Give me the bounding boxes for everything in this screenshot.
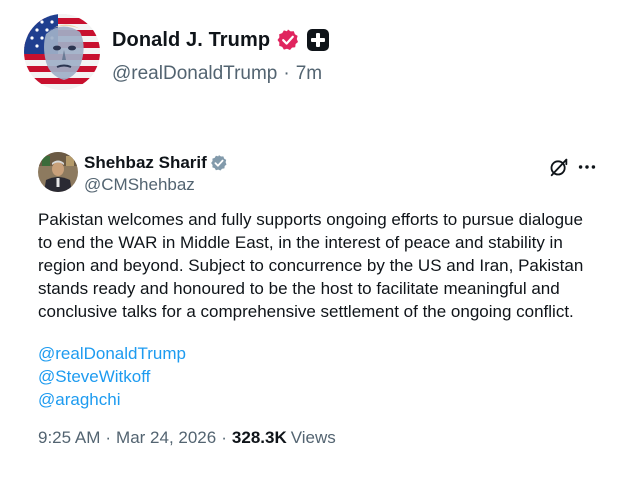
quoted-avatar-image <box>38 152 78 192</box>
views-label: Views <box>290 428 336 447</box>
mentions-list: @realDonaldTrump @SteveWitkoff @araghchi <box>38 342 598 411</box>
author-handle[interactable]: @realDonaldTrump <box>112 63 277 85</box>
quoted-post-text: Pakistan welcomes and fully supports ong… <box>38 210 584 321</box>
mention-link[interactable]: @SteveWitkoff <box>38 365 150 388</box>
post-time[interactable]: 7m <box>296 63 322 85</box>
quoted-post-header: Shehbaz Sharif @CMShehbaz <box>38 152 598 196</box>
views-count[interactable]: 328.3K <box>232 428 287 448</box>
post-footer: 9:25 AM · Mar 24, 2026 · 328.3K Views <box>38 428 598 448</box>
quoted-author-handle[interactable]: @CMShehbaz <box>84 175 228 195</box>
post-timestamp[interactable]: 9:25 AM <box>38 428 100 448</box>
verified-badge-icon[interactable] <box>210 154 228 172</box>
author-name[interactable]: Donald J. Trump <box>112 29 270 52</box>
quoted-author-name[interactable]: Shehbaz Sharif <box>84 153 207 173</box>
quoted-post[interactable]: Shehbaz Sharif @CMShehbaz Pakistan welco… <box>38 152 598 448</box>
author-avatar[interactable] <box>24 14 100 90</box>
mention-link[interactable]: @araghchi <box>38 388 120 411</box>
plus-badge-icon[interactable] <box>306 28 330 52</box>
verified-badge-icon[interactable] <box>276 28 300 52</box>
quoted-author-avatar[interactable] <box>38 152 78 192</box>
more-options-icon[interactable] <box>576 156 598 178</box>
post-page: Donald J. Trump @realDonaldTrump · 7m Sh… <box>0 0 625 500</box>
mention-link[interactable]: @realDonaldTrump <box>38 342 186 365</box>
post-date[interactable]: Mar 24, 2026 <box>116 428 216 448</box>
post-header: Donald J. Trump @realDonaldTrump · 7m <box>24 14 330 90</box>
separator-dot: · <box>221 428 227 447</box>
avatar-image <box>24 14 100 90</box>
separator-dot: · <box>105 428 112 447</box>
grok-icon[interactable] <box>548 156 570 178</box>
separator-dot: · <box>283 63 290 84</box>
